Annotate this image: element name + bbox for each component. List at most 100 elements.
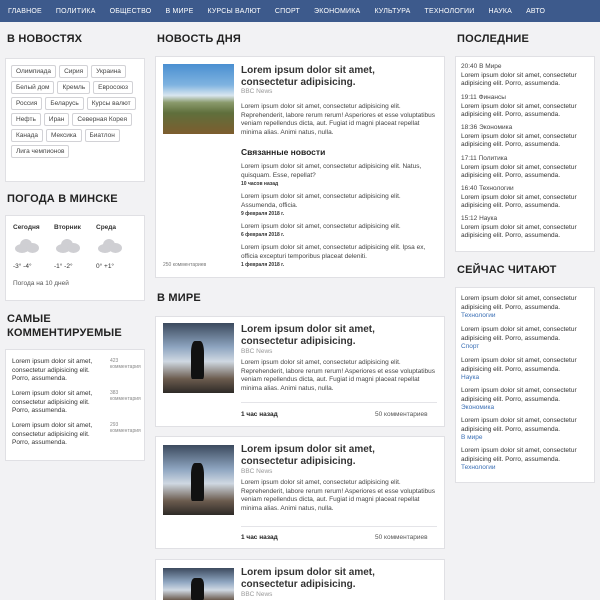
news-tag[interactable]: Кремль (57, 81, 91, 94)
world-article-time: 1 час назад (241, 534, 278, 541)
top-navigation: ГЛАВНОЕ ПОЛИТИКА ОБЩЕСТВО В МИРЕ КУРСЫ В… (0, 0, 600, 22)
day-news-headline[interactable]: Lorem ipsum dolor sit amet, consectetur … (241, 65, 431, 89)
latest-item[interactable]: 19:11 Финансы Lorem ipsum dolor sit amet,… (461, 94, 579, 120)
tag-list: Олимпиада Сирия Украина Белый дом Кремль Евро… (6, 59, 144, 164)
weather-heading: ПОГОДА В МИНСКЕ (7, 193, 118, 205)
divider (241, 402, 437, 403)
nav-item-currency[interactable]: КУРСЫ ВАЛЮТ (207, 8, 260, 15)
latest-item[interactable]: 20:40 В Мире Lorem ipsum dolor sit amet, … (461, 63, 579, 89)
weather-temp: 0° +1° (96, 263, 115, 270)
related-news-item[interactable]: Lorem ipsum dolor sit amet, consectetur … (241, 163, 437, 180)
news-tag[interactable]: Мексика (46, 129, 82, 142)
reading-category[interactable]: Технологии (461, 312, 579, 321)
mountain-photo[interactable] (163, 64, 234, 134)
news-tag[interactable]: Курсы валют (86, 97, 136, 110)
related-news-item[interactable]: Lorem ipsum dolor sit amet, consectetur … (241, 193, 437, 210)
latest-timestamp: 19:11 Финансы (461, 94, 506, 101)
day-news-text: Lorem ipsum dolor sit amet, consectetur … (241, 103, 436, 136)
weather-day-label: Сегодня (13, 224, 40, 231)
latest-item[interactable]: 17:11 Политика Lorem ipsum dolor sit amet… (461, 155, 579, 181)
world-article-card: Lorem ipsum dolor sit amet, consectetur … (155, 316, 445, 427)
day-news-card: Lorem ipsum dolor sit amet, consectetur … (155, 56, 445, 278)
news-tag[interactable]: Биатлон (84, 129, 120, 142)
day-news-comments[interactable]: 250 комментариев (163, 262, 206, 268)
latest-text: Lorem ipsum dolor sit amet, consectetur … (461, 102, 577, 119)
reading-item[interactable]: Lorem ipsum dolor sit amet, consectetur … (461, 417, 579, 443)
day-news-source: BBC News (241, 88, 273, 95)
world-article-card: Lorem ipsum dolor sit amet, consectetur … (155, 436, 445, 549)
related-news-time: 1 февраля 2018 г. (241, 262, 285, 268)
reading-category[interactable]: В мире (461, 434, 579, 443)
news-tags-panel: Олимпиада Сирия Украина Белый дом Кремль Евро… (5, 58, 145, 182)
reading-now-panel: Lorem ipsum dolor sit amet, consectetur … (455, 287, 595, 483)
latest-panel: 20:40 В Мире Lorem ipsum dolor sit amet, … (455, 56, 595, 252)
nav-item-main[interactable]: ГЛАВНОЕ (8, 8, 42, 15)
reading-text: Lorem ipsum dolor sit amet, consectetur … (461, 295, 577, 311)
news-tag[interactable]: Иран (43, 113, 70, 126)
weather-day-label: Вторник (54, 224, 81, 231)
cloud-icon (56, 239, 80, 253)
world-article-comments[interactable]: 50 комментариев (375, 411, 428, 418)
nav-item-society[interactable]: ОБЩЕСТВО (110, 8, 152, 15)
dancer-photo[interactable] (163, 323, 234, 393)
nav-item-science[interactable]: НАУКА (488, 8, 512, 15)
latest-text: Lorem ipsum dolor sit amet, consectetur … (461, 132, 577, 149)
reading-category[interactable]: Экономика (461, 404, 579, 413)
reading-text: Lorem ipsum dolor sit amet, consectetur … (461, 326, 577, 342)
nav-item-economy[interactable]: ЭКОНОМИКА (314, 8, 360, 15)
world-article-text: Lorem ipsum dolor sit amet, consectetur … (241, 479, 436, 512)
reading-item[interactable]: Lorem ipsum dolor sit amet, consectetur … (461, 295, 579, 321)
world-article-headline[interactable]: Lorem ipsum dolor sit amet, consectetur … (241, 567, 431, 591)
world-article-comments[interactable]: 50 комментариев (375, 534, 428, 541)
nav-item-technology[interactable]: ТЕХНОЛОГИИ (425, 8, 475, 15)
dancer-photo[interactable] (163, 568, 234, 600)
world-article-text: Lorem ipsum dolor sit amet, consectetur … (241, 359, 436, 392)
reading-item[interactable]: Lorem ipsum dolor sit amet, consectetur … (461, 326, 579, 352)
reading-category[interactable]: Спорт (461, 343, 579, 352)
nav-item-politics[interactable]: ПОЛИТИКА (56, 8, 96, 15)
reading-category[interactable]: Технологии (461, 464, 579, 473)
world-article-headline[interactable]: Lorem ipsum dolor sit amet, consectetur … (241, 444, 431, 468)
news-tag[interactable]: Северная Корея (72, 113, 132, 126)
latest-item[interactable]: 18:36 Экономика Lorem ipsum dolor sit ame… (461, 124, 579, 150)
reading-item[interactable]: Lorem ipsum dolor sit amet, consectetur … (461, 357, 579, 383)
related-news-time: 9 февраля 2018 г. (241, 211, 285, 217)
nav-item-auto[interactable]: АВТО (526, 8, 545, 15)
news-tag[interactable]: Канада (11, 129, 44, 142)
nav-item-world[interactable]: В МИРЕ (165, 8, 193, 15)
news-tag[interactable]: Евросоюз (93, 81, 133, 94)
weather-temp: -3° -4° (13, 263, 32, 270)
dancer-photo[interactable] (163, 445, 234, 515)
news-tag[interactable]: Россия (11, 97, 43, 110)
world-article-source: BBC News (241, 468, 273, 475)
news-tag[interactable]: Олимпиада (11, 65, 57, 78)
related-news-item[interactable]: Lorem ipsum dolor sit amet, consectetur … (241, 244, 437, 261)
nav-item-sport[interactable]: СПОРТ (275, 8, 300, 15)
latest-item[interactable]: 15:12 Наука Lorem ipsum dolor sit amet, c… (461, 215, 579, 241)
news-tag[interactable]: Нефть (11, 113, 41, 126)
news-tag[interactable]: Беларусь (45, 97, 84, 110)
latest-heading: ПОСЛЕДНИЕ (457, 33, 530, 45)
reading-item[interactable]: Lorem ipsum dolor sit amet, consectetur … (461, 387, 579, 413)
related-news-item[interactable]: Lorem ipsum dolor sit amet, consectetur … (241, 223, 437, 232)
reading-item[interactable]: Lorem ipsum dolor sit amet, consectetur … (461, 447, 579, 473)
news-tag[interactable]: Украина (91, 65, 126, 78)
world-heading: В МИРЕ (157, 292, 201, 304)
reading-category[interactable]: Наука (461, 374, 579, 383)
reading-text: Lorem ipsum dolor sit amet, consectetur … (461, 357, 577, 373)
nav-item-culture[interactable]: КУЛЬТУРА (374, 8, 410, 15)
latest-item[interactable]: 16:40 Технологии Lorem ipsum dolor sit am… (461, 185, 579, 211)
most-commented-heading: САМЫЕ КОММЕНТИРУЕМЫЕ (7, 313, 122, 339)
weather-10-days-link[interactable]: Погода на 10 дней (13, 280, 69, 287)
reading-text: Lorem ipsum dolor sit amet, consectetur … (461, 447, 577, 463)
reading-text: Lorem ipsum dolor sit amet, consectetur … (461, 387, 577, 403)
latest-text: Lorem ipsum dolor sit amet, consectetur … (461, 223, 577, 240)
related-news-heading: Связанные новости (241, 147, 326, 157)
latest-timestamp: 20:40 В Мире (461, 63, 502, 70)
news-tag[interactable]: Лига чемпионов (11, 145, 70, 158)
news-tag[interactable]: Сирия (59, 65, 89, 78)
news-tag[interactable]: Белый дом (11, 81, 55, 94)
weather-day-0: Сегодня -3° -4° (13, 224, 40, 270)
world-article-headline[interactable]: Lorem ipsum dolor sit amet, consectetur … (241, 324, 431, 348)
weather-day-1: Вторник -1° -2° (54, 224, 81, 270)
